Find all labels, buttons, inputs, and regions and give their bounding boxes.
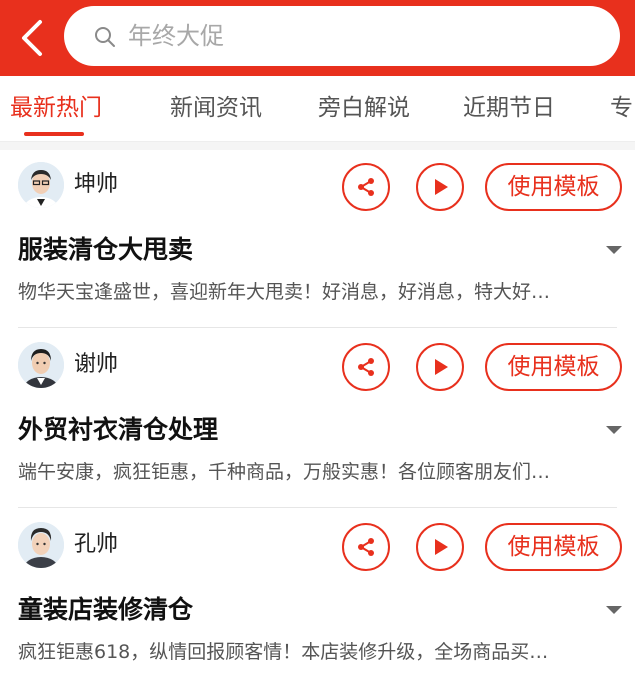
share-button[interactable] [342,343,390,391]
share-icon [358,178,374,196]
share-button[interactable] [342,163,390,211]
tab-more[interactable]: 专 [610,92,633,124]
author-name: 坤帅 [74,172,119,197]
expand-caret-icon[interactable] [606,426,622,434]
play-button[interactable] [416,523,464,571]
top-bar: 年终大促 [0,0,635,76]
card-separator [18,327,617,328]
tab-narration[interactable]: 旁白解说 [318,92,410,124]
template-card: 谢帅 使用模板 外贸衬衣清仓处理 端午安康，疯狂钜惠，千种商品，万般实惠！各位顾… [0,330,635,510]
search-input[interactable]: 年终大促 [64,6,620,66]
play-button[interactable] [416,163,464,211]
use-template-button[interactable]: 使用模板 [485,343,622,391]
search-icon [95,27,115,47]
use-template-button[interactable]: 使用模板 [485,163,622,211]
category-tabs: 最新热门 新闻资讯 旁白解说 近期节日 专 [0,76,635,142]
avatar [18,342,64,388]
template-card: 孔帅 使用模板 童装店装修清仓 疯狂钜惠618，纵情回报顾客情！本店装修升级，全… [0,510,635,679]
author-name: 孔帅 [74,532,119,557]
share-icon [358,358,374,376]
share-icon [358,538,374,556]
author-name: 谢帅 [74,352,119,377]
template-description: 物华天宝逢盛世，喜迎新年大甩卖！好消息，好消息，特大好… [18,281,551,303]
back-arrow-icon [22,20,42,56]
share-button[interactable] [342,523,390,571]
tab-news[interactable]: 新闻资讯 [170,92,262,124]
play-icon [435,359,448,375]
tab-festivals[interactable]: 近期节日 [463,92,555,124]
back-button[interactable] [16,19,48,57]
expand-caret-icon[interactable] [606,606,622,614]
play-icon [435,539,448,555]
template-title: 童装店装修清仓 [18,595,194,624]
card-separator [18,507,617,508]
avatar [18,162,64,208]
active-tab-indicator [24,132,84,136]
play-button[interactable] [416,343,464,391]
template-description: 疯狂钜惠618，纵情回报顾客情！本店装修升级，全场商品买… [18,641,549,663]
divider [0,142,635,150]
template-description: 端午安康，疯狂钜惠，千种商品，万般实惠！各位顾客朋友们… [18,461,551,483]
play-icon [435,179,448,195]
expand-caret-icon[interactable] [606,246,622,254]
tab-latest-hot[interactable]: 最新热门 [10,92,102,124]
template-title: 外贸衬衣清仓处理 [18,415,219,444]
use-template-button[interactable]: 使用模板 [485,523,622,571]
search-placeholder: 年终大促 [128,22,224,50]
avatar [18,522,64,568]
template-title: 服装清仓大甩卖 [18,235,194,264]
template-card: 坤帅 使用模板 服装清仓大甩卖 物华天宝逢盛世，喜迎新年大甩卖！好消息，好消息，… [0,150,635,330]
